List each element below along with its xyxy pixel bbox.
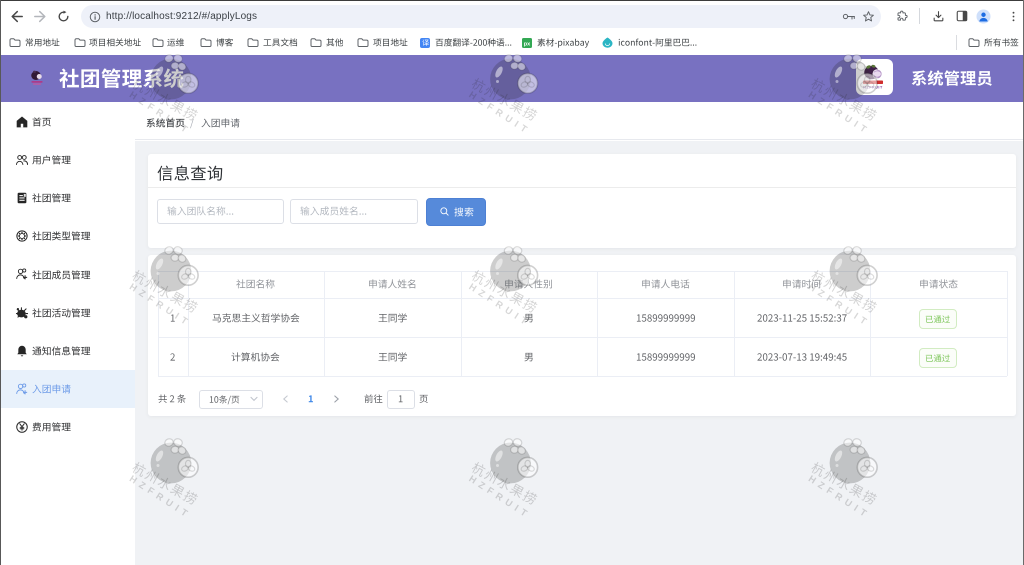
svg-text:HZFRUIT: HZFRUIT [863,86,883,90]
svg-text:px: px [524,41,531,47]
